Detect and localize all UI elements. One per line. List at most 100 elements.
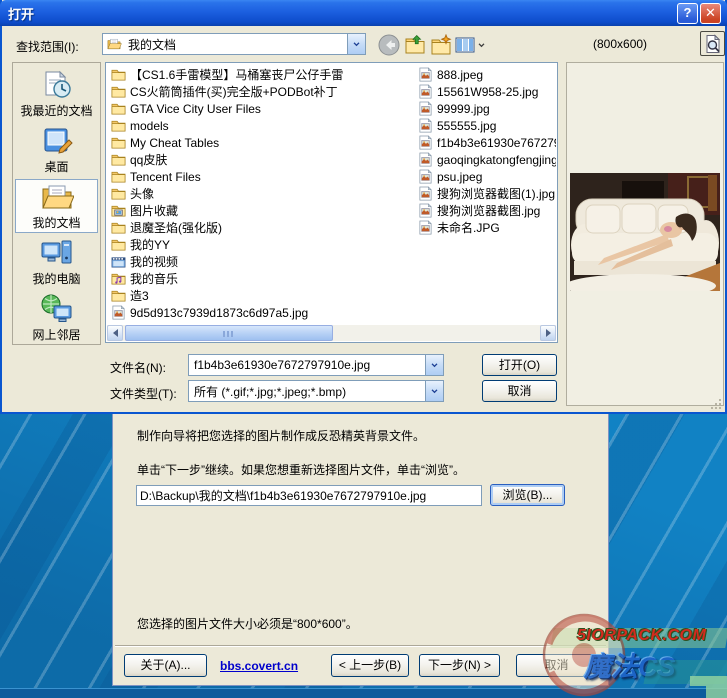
file-row[interactable]: psu.jpeg xyxy=(418,168,556,185)
image-icon xyxy=(418,169,433,184)
filetype-value: 所有 (*.gif;*.jpg;*.jpeg;*.bmp) xyxy=(189,383,425,400)
folder-row[interactable]: GTA Vice City User Files xyxy=(111,100,413,117)
folder-row[interactable]: 我的音乐 xyxy=(111,270,413,287)
folder-name: Tencent Files xyxy=(130,170,201,184)
open-button[interactable]: 打开(O) xyxy=(482,354,557,376)
image-icon xyxy=(418,135,433,150)
lookin-dropdown-button[interactable] xyxy=(347,34,365,54)
file-row[interactable]: f1b4b3e61930e7672797910e.jpg xyxy=(418,134,556,151)
titlebar[interactable]: 打开 ? ✕ xyxy=(0,0,727,26)
image-icon xyxy=(418,220,433,235)
browse-button[interactable]: 浏览(B)... xyxy=(490,484,565,506)
views-icon[interactable] xyxy=(454,34,476,56)
places-item-desktop[interactable]: 桌面 xyxy=(15,123,98,177)
filetype-label: 文件类型(T): xyxy=(110,385,177,402)
places-item-mydocs[interactable]: 我的文档 xyxy=(15,179,98,233)
filetype-dropdown-button[interactable] xyxy=(425,381,443,401)
folder-row[interactable]: 头像 xyxy=(111,185,413,202)
folder-row[interactable]: My Cheat Tables xyxy=(111,134,413,151)
folder-name: 头像 xyxy=(130,185,154,202)
folder-column: 【CS1.6手雷模型】马桶塞丧尸公仔手雷CS火箭筒插件(买)完全版+PODBot… xyxy=(111,66,413,321)
folder-row[interactable]: 退魔圣焰(强化版) xyxy=(111,219,413,236)
dialog-cancel-button[interactable]: 取消 xyxy=(482,380,557,402)
bbs-link[interactable]: bbs.covert.cn xyxy=(220,659,298,673)
image-icon xyxy=(418,118,433,133)
horizontal-scrollbar[interactable] xyxy=(107,325,556,341)
filename-label: 文件名(N): xyxy=(110,359,166,376)
places-item-recent[interactable]: 我最近的文档 xyxy=(15,67,98,121)
lookin-value: 我的文档 xyxy=(125,36,347,53)
folder-row[interactable]: 【CS1.6手雷模型】马桶塞丧尸公仔手雷 xyxy=(111,66,413,83)
resize-grip[interactable] xyxy=(710,398,723,411)
chevron-down-icon xyxy=(431,363,438,368)
folder-name: My Cheat Tables xyxy=(130,136,219,150)
places-item-network[interactable]: 网上邻居 xyxy=(15,291,98,345)
filename-dropdown-button[interactable] xyxy=(425,355,443,375)
folder-row[interactable]: Tencent Files xyxy=(111,168,413,185)
image-path-input[interactable] xyxy=(136,485,482,506)
desktop-icon xyxy=(40,125,74,157)
wizard-size-requirement-text: 您选择的图片文件大小必须是“800*600”。 xyxy=(137,615,358,632)
scroll-left-button[interactable] xyxy=(107,325,123,341)
wizard-cancel-button[interactable]: 取消 xyxy=(516,654,597,677)
file-row[interactable]: 搜狗浏览器截图.jpg xyxy=(418,202,556,219)
filename-combo[interactable]: f1b4b3e61930e7672797910e.jpg xyxy=(188,354,444,376)
preview-magnifier-icon xyxy=(703,34,723,54)
about-button[interactable]: 关于(A)... xyxy=(124,654,207,677)
back-button[interactable]: < 上一步(B) xyxy=(331,654,409,677)
file-row[interactable]: 99999.jpg xyxy=(418,100,556,117)
file-row[interactable]: 555555.jpg xyxy=(418,117,556,134)
close-button[interactable]: ✕ xyxy=(700,3,721,24)
folder-icon xyxy=(111,67,126,82)
file-name: 搜狗浏览器截图.jpg xyxy=(437,202,540,219)
next-button[interactable]: 下一步(N) > xyxy=(419,654,500,677)
mydocs-icon xyxy=(40,181,74,213)
places-item-label: 我的文档 xyxy=(32,214,80,231)
scrollbar-track[interactable] xyxy=(123,325,540,341)
places-item-mycomputer[interactable]: 我的电脑 xyxy=(15,235,98,289)
file-name: psu.jpeg xyxy=(437,170,482,184)
scroll-right-button[interactable] xyxy=(540,325,556,341)
folder-name: 退魔圣焰(强化版) xyxy=(130,219,222,236)
preview-toggle-button[interactable] xyxy=(700,31,725,56)
preview-panel xyxy=(566,62,724,406)
file-list: 【CS1.6手雷模型】马桶塞丧尸公仔手雷CS火箭筒插件(买)完全版+PODBot… xyxy=(105,62,558,343)
file-row[interactable]: 未命名.JPG xyxy=(418,219,556,236)
chevron-down-icon xyxy=(353,42,360,47)
folder-row[interactable]: 我的YY xyxy=(111,236,413,253)
folder-name: 我的视频 xyxy=(130,253,178,270)
file-name: 555555.jpg xyxy=(437,119,496,133)
lookin-combo[interactable]: 我的文档 xyxy=(102,33,366,55)
file-name: 15561W958-25.jpg xyxy=(437,85,538,99)
image-icon xyxy=(418,186,433,201)
file-row[interactable]: 搜狗浏览器截图(1).jpg xyxy=(418,185,556,202)
folder-icon xyxy=(111,84,126,99)
up-one-level-icon[interactable] xyxy=(404,34,426,56)
folder-name: 造3 xyxy=(130,287,149,304)
scrollbar-thumb[interactable] xyxy=(125,325,333,341)
lookin-label: 查找范围(I): xyxy=(16,38,79,55)
file-row[interactable]: 15561W958-25.jpg xyxy=(418,83,556,100)
folder-name: qq皮肤 xyxy=(130,151,167,168)
folder-row[interactable]: 我的视频 xyxy=(111,253,413,270)
preview-image xyxy=(570,173,720,291)
back-icon[interactable] xyxy=(378,34,400,56)
file-row[interactable]: gaoqingkatongfengjing.jpg xyxy=(418,151,556,168)
folder-row[interactable]: qq皮肤 xyxy=(111,151,413,168)
folder-name: 【CS1.6手雷模型】马桶塞丧尸公仔手雷 xyxy=(130,66,343,83)
views-dropdown-arrow[interactable] xyxy=(478,34,486,56)
filetype-combo[interactable]: 所有 (*.gif;*.jpg;*.jpeg;*.bmp) xyxy=(188,380,444,402)
folder-icon xyxy=(111,186,126,201)
folder-row[interactable]: 图片收藏 xyxy=(111,202,413,219)
file-row[interactable]: 888.jpeg xyxy=(418,66,556,83)
folder-row[interactable]: 造3 xyxy=(111,287,413,304)
triangle-right-icon xyxy=(546,329,551,337)
folder-row[interactable]: CS火箭筒插件(买)完全版+PODBot补丁 xyxy=(111,83,413,100)
wizard-intro-text: 制作向导将把您选择的图片制作成反恐精英背景文件。 xyxy=(137,427,425,444)
new-folder-icon[interactable] xyxy=(430,34,452,56)
help-button[interactable]: ? xyxy=(677,3,698,24)
folder-icon xyxy=(111,135,126,150)
folder-row[interactable]: 9d5d913c7939d1873c6d97a5.jpg xyxy=(111,304,413,321)
folder-videos-icon xyxy=(111,254,126,269)
folder-row[interactable]: models xyxy=(111,117,413,134)
